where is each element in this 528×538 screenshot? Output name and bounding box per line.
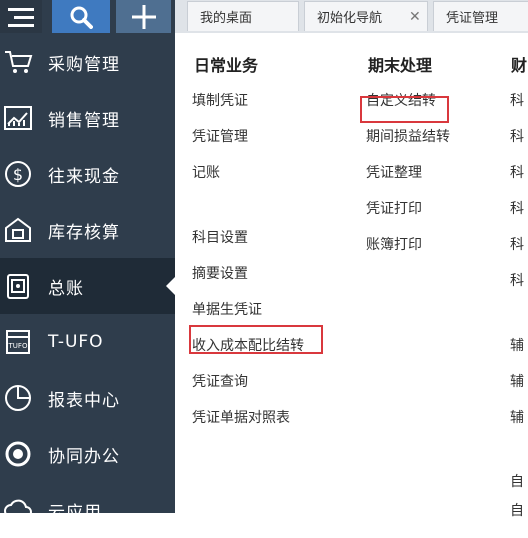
sidebar-item-label: 云应用 — [48, 502, 102, 523]
warehouse-icon — [2, 214, 34, 246]
close-icon[interactable]: ✕ — [409, 9, 421, 25]
svg-text:$: $ — [13, 165, 23, 184]
menu-item[interactable]: 单据生凭证 — [192, 299, 262, 319]
menu-item[interactable]: 科 — [510, 90, 524, 110]
bar-chart-icon — [2, 102, 34, 134]
menu-panel: 日常业务 填制凭证 凭证管理 记账 科目设置 摘要设置 单据生凭证 收入成本配比… — [175, 33, 528, 519]
sidebar-item-label: T-UFO — [48, 332, 104, 352]
highlight-box — [360, 96, 449, 123]
col-finance-title: 财 — [511, 56, 528, 75]
sidebar-item-tufo[interactable]: TUFO T-UFO — [0, 314, 175, 370]
sidebar-item-report-center[interactable]: 报表中心 — [0, 370, 175, 426]
sidebar-item-cloud-apps[interactable]: 云应用 — [0, 482, 175, 538]
menu-item[interactable]: 凭证单据对照表 — [192, 407, 290, 427]
sidebar-item-label: 销售管理 — [48, 110, 120, 131]
menu-item[interactable]: 期间损益结转 — [366, 126, 450, 146]
highlight-box — [189, 325, 323, 354]
menu-item[interactable]: 凭证打印 — [366, 198, 422, 218]
search-button[interactable] — [52, 0, 110, 33]
menu-item[interactable]: 凭证管理 — [192, 126, 248, 146]
add-button[interactable] — [116, 0, 171, 33]
sidebar-item-collaboration[interactable]: 协同办公 — [0, 426, 175, 482]
hamburger-icon — [8, 7, 34, 27]
tab-my-desktop[interactable]: 我的桌面 — [187, 1, 299, 31]
tab-label: 初始化导航 — [317, 11, 383, 26]
sidebar-item-label: 报表中心 — [48, 390, 120, 411]
tab-init-guide[interactable]: 初始化导航 ✕ — [304, 1, 428, 31]
col-period-end-title: 期末处理 — [368, 56, 433, 75]
tab-bar: 我的桌面 初始化导航 ✕ 凭证管理 — [175, 0, 528, 33]
menu-item[interactable]: 科 — [510, 270, 524, 290]
sidebar-item-inventory[interactable]: 库存核算 — [0, 202, 175, 258]
tufo-icon: TUFO — [2, 326, 34, 358]
ledger-book-icon — [2, 270, 34, 302]
menu-item[interactable]: 自 — [510, 500, 524, 520]
menu-item[interactable]: 账簿打印 — [366, 234, 422, 254]
collaboration-icon — [2, 438, 34, 470]
menu-item[interactable]: 凭证整理 — [366, 162, 422, 182]
sidebar-item-cash[interactable]: $ 往来现金 — [0, 146, 175, 202]
sidebar-item-label: 总账 — [48, 278, 84, 299]
sidebar-item-sales[interactable]: 销售管理 — [0, 90, 175, 146]
menu-item[interactable]: 摘要设置 — [192, 263, 248, 283]
menu-item[interactable]: 科 — [510, 162, 524, 182]
sidebar: 采购管理 销售管理 $ 往来现金 库存核算 总账 TUFO T-UFO 报表中心… — [0, 0, 175, 523]
sidebar-item-label: 采购管理 — [48, 54, 120, 75]
sidebar-item-label: 往来现金 — [48, 166, 120, 187]
active-pointer — [166, 277, 175, 295]
menu-item[interactable]: 科 — [510, 234, 524, 254]
plus-icon — [131, 4, 156, 29]
menu-item[interactable]: 科 — [510, 126, 524, 146]
menu-item[interactable]: 辅 — [510, 407, 524, 427]
menu-item[interactable]: 辅 — [510, 335, 524, 355]
col-daily-business-title: 日常业务 — [194, 56, 259, 75]
sidebar-item-purchase[interactable]: 采购管理 — [0, 34, 175, 90]
menu-item[interactable]: 记账 — [192, 162, 220, 182]
sidebar-item-label: 库存核算 — [48, 222, 120, 243]
menu-item[interactable]: 自 — [510, 471, 524, 491]
menu-item[interactable]: 科 — [510, 198, 524, 218]
menu-button[interactable] — [0, 0, 42, 33]
tab-label: 凭证管理 — [446, 11, 499, 26]
tab-voucher-management[interactable]: 凭证管理 — [433, 1, 528, 31]
tab-label: 我的桌面 — [200, 11, 253, 26]
menu-item[interactable]: 凭证查询 — [192, 371, 248, 391]
cloud-icon — [2, 494, 34, 526]
menu-item[interactable]: 科目设置 — [192, 227, 248, 247]
menu-item[interactable]: 辅 — [510, 371, 524, 391]
dollar-coin-icon: $ — [2, 158, 34, 190]
svg-text:TUFO: TUFO — [8, 342, 28, 350]
sidebar-item-general-ledger[interactable]: 总账 — [0, 258, 175, 314]
pie-chart-icon — [2, 382, 34, 414]
sidebar-toolbar — [0, 0, 175, 33]
sidebar-item-label: 协同办公 — [48, 446, 120, 467]
search-icon — [70, 6, 93, 29]
menu-item[interactable]: 填制凭证 — [192, 90, 248, 110]
cart-icon — [2, 46, 34, 78]
